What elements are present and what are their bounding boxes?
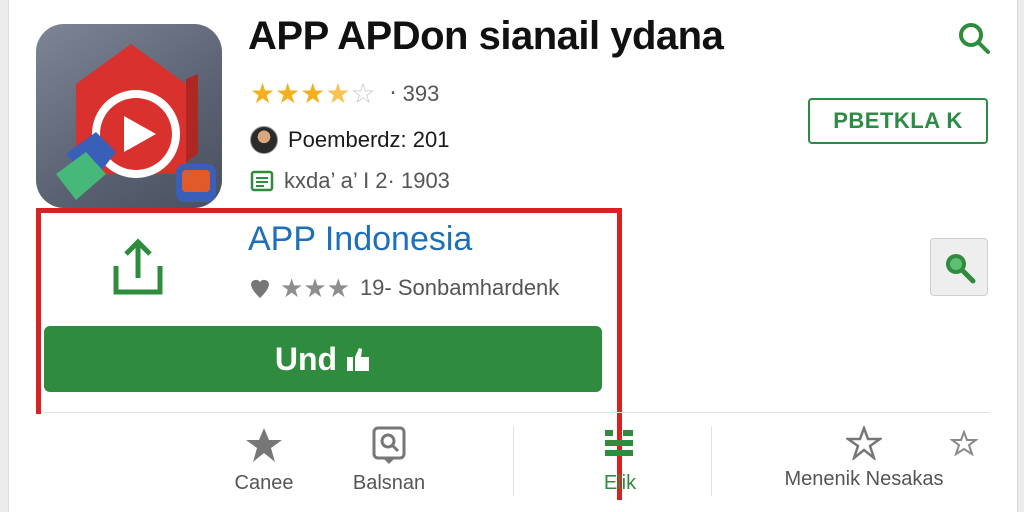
thumbs-up-icon <box>347 348 370 371</box>
developer-avatar <box>250 126 278 154</box>
install-button[interactable]: PBETKLA K <box>808 98 988 144</box>
listing-title[interactable]: APP Indonesia <box>248 220 472 259</box>
empty-star-icon: ☆ <box>350 78 376 109</box>
nav-label: Balsnan <box>352 472 426 494</box>
developer-row[interactable]: Poemberdz: 201 <box>250 126 449 154</box>
divider <box>44 412 990 413</box>
search-icon[interactable] <box>956 20 992 56</box>
nav-label: Elik <box>603 472 637 494</box>
app-logo-graphic <box>56 44 216 202</box>
nav-item-menenik-nesakas[interactable]: Menenik Nesakas <box>764 426 964 491</box>
install-main-label: Und <box>274 340 338 377</box>
nav-label: Menenik Nesakas <box>784 468 944 490</box>
nav-separator <box>513 426 514 496</box>
listing-meta-text: 19- Sonbamhardenk <box>359 275 560 300</box>
search-icon <box>946 254 976 284</box>
bars-icon <box>605 430 633 456</box>
star-icon <box>246 428 282 462</box>
search-document-icon <box>372 426 406 464</box>
listing-meta: ★ ★ ★ 19- Sonbamhardenk <box>248 272 559 304</box>
half-star-icon: ★ <box>325 78 351 109</box>
rating-row: ★ ★ ★ ★ ☆ ‧ 393 <box>250 78 439 110</box>
nav-label: Canee <box>234 472 294 494</box>
star-icon: ★ <box>300 78 326 109</box>
search-button[interactable] <box>930 238 988 296</box>
star-icon: ★ <box>326 273 350 303</box>
star-icon: ★ <box>303 273 327 303</box>
favorite-star-icon[interactable] <box>950 430 978 458</box>
star-icon: ★ <box>280 273 304 303</box>
nav-item-canee[interactable]: Canee <box>218 426 310 495</box>
star-icon: ★ <box>275 78 301 109</box>
app-title: APP APDon sianail ydana <box>248 14 724 58</box>
developer-name: Poemberdz: 201 <box>288 127 450 152</box>
pin-icon <box>251 279 269 298</box>
highlight-gap <box>36 414 42 504</box>
size-row: kxda’ a’ I 2· 1903 <box>250 168 450 194</box>
app-icon[interactable] <box>36 24 222 208</box>
nav-separator <box>711 426 712 496</box>
size-info: kxda’ a’ I 2· 1903 <box>284 168 450 193</box>
star-outline-icon <box>846 426 882 460</box>
document-icon <box>250 170 274 192</box>
nav-item-elik[interactable]: Elik <box>580 426 660 495</box>
nav-item-balsnan[interactable]: Balsnan <box>340 426 438 495</box>
rating-count: ‧ 393 <box>389 81 440 106</box>
share-icon[interactable] <box>110 236 166 296</box>
star-icon: ★ <box>250 78 276 109</box>
install-main-button[interactable]: Und <box>44 326 602 392</box>
